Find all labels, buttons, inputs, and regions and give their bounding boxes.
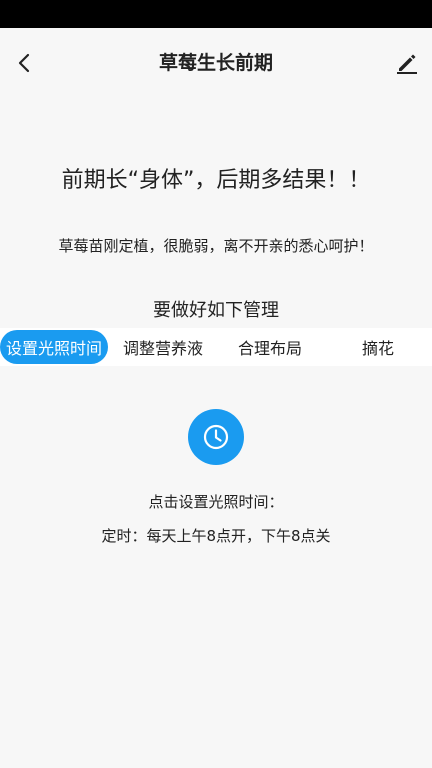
edit-button[interactable] xyxy=(388,44,426,82)
clock-icon xyxy=(203,424,229,450)
app-bar: 草莓生长前期 xyxy=(0,28,432,98)
schedule-text: 定时：每天上午8点开，下午8点关 xyxy=(101,527,331,545)
tab-bar: 设置光照时间 调整营养液 合理布局 摘花 xyxy=(0,328,432,366)
tab-light-time[interactable]: 设置光照时间 xyxy=(0,330,108,364)
tab-layout[interactable]: 合理布局 xyxy=(216,328,324,366)
tab-pick-flowers[interactable]: 摘花 xyxy=(324,328,432,366)
hint-text: 点击设置光照时间： xyxy=(148,493,284,511)
set-light-time-button[interactable] xyxy=(188,409,244,465)
subline: 草莓苗刚定植，很脆弱，离不开亲的悉心呵护！ xyxy=(58,237,374,255)
section-title: 要做好如下管理 xyxy=(153,300,279,321)
tab-nutrient-solution[interactable]: 调整营养液 xyxy=(110,328,216,366)
status-bar xyxy=(0,0,432,28)
page-title: 草莓生长前期 xyxy=(158,52,273,74)
pencil-icon xyxy=(397,54,417,74)
headline: 前期长“身体”，后期多结果！！ xyxy=(61,168,371,193)
